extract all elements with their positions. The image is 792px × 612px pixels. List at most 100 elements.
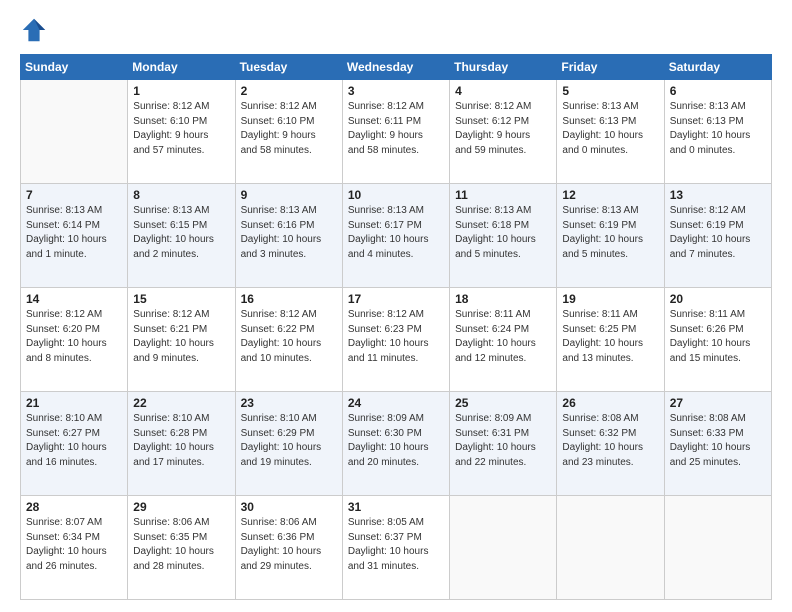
weekday-header-wednesday: Wednesday xyxy=(342,55,449,80)
day-number: 2 xyxy=(241,84,337,98)
day-cell: 7 Sunrise: 8:13 AM Sunset: 6:14 PM Daylig… xyxy=(21,184,128,288)
day-number: 29 xyxy=(133,500,229,514)
day-cell: 21 Sunrise: 8:10 AM Sunset: 6:27 PM Dayli… xyxy=(21,392,128,496)
day-info: Sunrise: 8:13 AM Sunset: 6:18 PM Dayligh… xyxy=(455,204,551,262)
day-number: 31 xyxy=(348,500,444,514)
day-number: 9 xyxy=(241,188,337,202)
day-info: Sunrise: 8:12 AM Sunset: 6:21 PM Dayligh… xyxy=(133,308,229,366)
day-number: 4 xyxy=(455,84,551,98)
header xyxy=(20,16,772,44)
day-info: Sunrise: 8:13 AM Sunset: 6:13 PM Dayligh… xyxy=(670,100,766,158)
day-cell: 13Sunrise: 8:12 AM Sunset: 6:19 PM Dayli… xyxy=(664,184,771,288)
day-number: 15 xyxy=(133,292,229,306)
week-row-1: 1Sunrise: 8:12 AM Sunset: 6:10 PM Daylig… xyxy=(21,80,772,184)
day-info: Sunrise: 8:13 AM Sunset: 6:15 PM Dayligh… xyxy=(133,204,229,262)
day-number: 12 xyxy=(562,188,658,202)
calendar-page: SundayMondayTuesdayWednesdayThursdayFrid… xyxy=(0,0,792,612)
day-cell: 22 Sunrise: 8:10 AM Sunset: 6:28 PM Dayli… xyxy=(128,392,235,496)
day-number: 22 xyxy=(133,396,229,410)
week-row-2: 7 Sunrise: 8:13 AM Sunset: 6:14 PM Daylig… xyxy=(21,184,772,288)
day-cell: 28 Sunrise: 8:07 AM Sunset: 6:34 PM Dayli… xyxy=(21,496,128,600)
week-row-3: 14 Sunrise: 8:12 AM Sunset: 6:20 PM Dayli… xyxy=(21,288,772,392)
day-number: 10 xyxy=(348,188,444,202)
day-cell: 4 Sunrise: 8:12 AM Sunset: 6:12 PM Daylig… xyxy=(450,80,557,184)
day-info: Sunrise: 8:12 AM Sunset: 6:12 PM Dayligh… xyxy=(455,100,551,158)
day-info: Sunrise: 8:12 AM Sunset: 6:11 PM Dayligh… xyxy=(348,100,444,158)
day-cell: 10 Sunrise: 8:13 AM Sunset: 6:17 PM Dayli… xyxy=(342,184,449,288)
day-cell: 2Sunrise: 8:12 AM Sunset: 6:10 PM Daylig… xyxy=(235,80,342,184)
day-info: Sunrise: 8:06 AM Sunset: 6:35 PM Dayligh… xyxy=(133,516,229,574)
day-number: 30 xyxy=(241,500,337,514)
day-cell: 9 Sunrise: 8:13 AM Sunset: 6:16 PM Daylig… xyxy=(235,184,342,288)
weekday-header-row: SundayMondayTuesdayWednesdayThursdayFrid… xyxy=(21,55,772,80)
weekday-header-sunday: Sunday xyxy=(21,55,128,80)
day-info: Sunrise: 8:10 AM Sunset: 6:28 PM Dayligh… xyxy=(133,412,229,470)
day-cell xyxy=(557,496,664,600)
day-info: Sunrise: 8:12 AM Sunset: 6:20 PM Dayligh… xyxy=(26,308,122,366)
day-info: Sunrise: 8:13 AM Sunset: 6:19 PM Dayligh… xyxy=(562,204,658,262)
day-number: 16 xyxy=(241,292,337,306)
day-info: Sunrise: 8:05 AM Sunset: 6:37 PM Dayligh… xyxy=(348,516,444,574)
day-info: Sunrise: 8:13 AM Sunset: 6:13 PM Dayligh… xyxy=(562,100,658,158)
day-cell: 15 Sunrise: 8:12 AM Sunset: 6:21 PM Dayli… xyxy=(128,288,235,392)
calendar-table: SundayMondayTuesdayWednesdayThursdayFrid… xyxy=(20,54,772,600)
day-number: 20 xyxy=(670,292,766,306)
day-info: Sunrise: 8:06 AM Sunset: 6:36 PM Dayligh… xyxy=(241,516,337,574)
day-info: Sunrise: 8:12 AM Sunset: 6:10 PM Dayligh… xyxy=(133,100,229,158)
day-number: 24 xyxy=(348,396,444,410)
day-cell: 16Sunrise: 8:12 AM Sunset: 6:22 PM Dayli… xyxy=(235,288,342,392)
day-info: Sunrise: 8:11 AM Sunset: 6:26 PM Dayligh… xyxy=(670,308,766,366)
day-number: 13 xyxy=(670,188,766,202)
day-cell: 24Sunrise: 8:09 AM Sunset: 6:30 PM Dayli… xyxy=(342,392,449,496)
day-number: 3 xyxy=(348,84,444,98)
weekday-header-friday: Friday xyxy=(557,55,664,80)
day-number: 17 xyxy=(348,292,444,306)
week-row-5: 28 Sunrise: 8:07 AM Sunset: 6:34 PM Dayli… xyxy=(21,496,772,600)
day-info: Sunrise: 8:12 AM Sunset: 6:23 PM Dayligh… xyxy=(348,308,444,366)
day-info: Sunrise: 8:11 AM Sunset: 6:25 PM Dayligh… xyxy=(562,308,658,366)
logo xyxy=(20,16,52,44)
day-cell: 20 Sunrise: 8:11 AM Sunset: 6:26 PM Dayli… xyxy=(664,288,771,392)
day-number: 6 xyxy=(670,84,766,98)
day-info: Sunrise: 8:10 AM Sunset: 6:27 PM Dayligh… xyxy=(26,412,122,470)
day-cell: 30 Sunrise: 8:06 AM Sunset: 6:36 PM Dayli… xyxy=(235,496,342,600)
day-info: Sunrise: 8:13 AM Sunset: 6:14 PM Dayligh… xyxy=(26,204,122,262)
day-cell xyxy=(664,496,771,600)
day-number: 5 xyxy=(562,84,658,98)
day-info: Sunrise: 8:10 AM Sunset: 6:29 PM Dayligh… xyxy=(241,412,337,470)
day-number: 18 xyxy=(455,292,551,306)
day-info: Sunrise: 8:08 AM Sunset: 6:33 PM Dayligh… xyxy=(670,412,766,470)
day-cell: 17 Sunrise: 8:12 AM Sunset: 6:23 PM Dayli… xyxy=(342,288,449,392)
day-cell: 23 Sunrise: 8:10 AM Sunset: 6:29 PM Dayli… xyxy=(235,392,342,496)
day-number: 25 xyxy=(455,396,551,410)
day-cell xyxy=(450,496,557,600)
logo-icon xyxy=(20,16,48,44)
weekday-header-saturday: Saturday xyxy=(664,55,771,80)
day-number: 8 xyxy=(133,188,229,202)
day-info: Sunrise: 8:07 AM Sunset: 6:34 PM Dayligh… xyxy=(26,516,122,574)
day-number: 28 xyxy=(26,500,122,514)
day-number: 27 xyxy=(670,396,766,410)
day-number: 14 xyxy=(26,292,122,306)
day-number: 19 xyxy=(562,292,658,306)
day-cell: 31 Sunrise: 8:05 AM Sunset: 6:37 PM Dayli… xyxy=(342,496,449,600)
day-cell: 3 Sunrise: 8:12 AM Sunset: 6:11 PM Daylig… xyxy=(342,80,449,184)
day-cell: 8 Sunrise: 8:13 AM Sunset: 6:15 PM Daylig… xyxy=(128,184,235,288)
weekday-header-thursday: Thursday xyxy=(450,55,557,80)
day-number: 7 xyxy=(26,188,122,202)
day-cell: 27 Sunrise: 8:08 AM Sunset: 6:33 PM Dayli… xyxy=(664,392,771,496)
day-info: Sunrise: 8:08 AM Sunset: 6:32 PM Dayligh… xyxy=(562,412,658,470)
day-cell: 5 Sunrise: 8:13 AM Sunset: 6:13 PM Daylig… xyxy=(557,80,664,184)
day-info: Sunrise: 8:13 AM Sunset: 6:16 PM Dayligh… xyxy=(241,204,337,262)
day-info: Sunrise: 8:13 AM Sunset: 6:17 PM Dayligh… xyxy=(348,204,444,262)
weekday-header-monday: Monday xyxy=(128,55,235,80)
week-row-4: 21 Sunrise: 8:10 AM Sunset: 6:27 PM Dayli… xyxy=(21,392,772,496)
day-number: 21 xyxy=(26,396,122,410)
day-cell: 14 Sunrise: 8:12 AM Sunset: 6:20 PM Dayli… xyxy=(21,288,128,392)
day-cell: 11Sunrise: 8:13 AM Sunset: 6:18 PM Dayli… xyxy=(450,184,557,288)
day-number: 23 xyxy=(241,396,337,410)
day-info: Sunrise: 8:11 AM Sunset: 6:24 PM Dayligh… xyxy=(455,308,551,366)
day-cell: 19 Sunrise: 8:11 AM Sunset: 6:25 PM Dayli… xyxy=(557,288,664,392)
day-number: 26 xyxy=(562,396,658,410)
weekday-header-tuesday: Tuesday xyxy=(235,55,342,80)
